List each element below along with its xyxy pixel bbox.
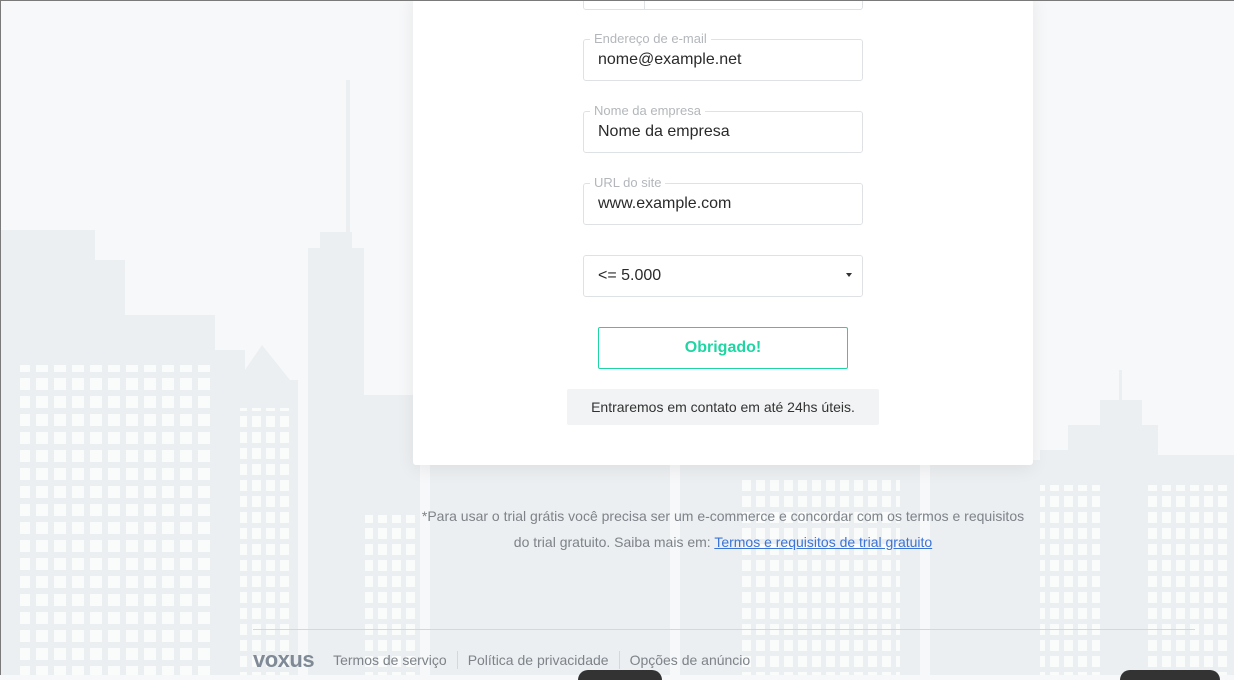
- site-url-field-label: URL do site: [590, 176, 666, 190]
- email-field-label: Endereço de e-mail: [590, 32, 711, 46]
- phone-field[interactable]: [583, 0, 863, 10]
- trial-terms-line2-text: do trial gratuito. Saiba mais em:: [513, 534, 715, 550]
- trial-terms-link[interactable]: Termos e requisitos de trial gratuito: [714, 534, 932, 550]
- voxus-logo[interactable]: voxus: [253, 647, 315, 673]
- company-name-field-value[interactable]: Nome da empresa: [598, 123, 730, 141]
- contact-notice: Entraremos em contato em até 24hs úteis.: [567, 389, 879, 425]
- chat-widget-edge[interactable]: [1120, 670, 1220, 680]
- signup-form-card: Endereço de e-mail nome@example.net Nome…: [413, 0, 1033, 465]
- window-border-left: [0, 0, 1, 675]
- volume-select-value: <= 5.000: [598, 267, 662, 284]
- company-name-field-label: Nome da empresa: [590, 104, 705, 118]
- submit-button[interactable]: Obrigado!: [598, 327, 848, 369]
- caret-down-icon: [846, 273, 852, 277]
- privacy-policy-link[interactable]: Política de privacidade: [458, 652, 619, 668]
- window-border-top: [0, 0, 1234, 1]
- terms-of-service-link[interactable]: Termos de serviço: [333, 652, 457, 668]
- volume-select[interactable]: <= 5.000: [583, 255, 863, 297]
- floating-widget-edge[interactable]: [578, 670, 662, 680]
- site-url-field[interactable]: URL do site www.example.com: [583, 176, 863, 225]
- email-field-value[interactable]: nome@example.net: [598, 51, 741, 69]
- footer: voxus Termos de serviço Política de priv…: [253, 646, 760, 674]
- footer-divider: [253, 629, 1195, 630]
- ad-options-link[interactable]: Opções de anúncio: [620, 652, 761, 668]
- phone-field-divider: [644, 0, 645, 9]
- trial-terms-text: *Para usar o trial grátis você precisa s…: [413, 503, 1033, 555]
- trial-terms-line2: do trial gratuito. Saiba mais em: Termos…: [413, 529, 1033, 555]
- site-url-field-value[interactable]: www.example.com: [598, 195, 731, 213]
- email-field[interactable]: Endereço de e-mail nome@example.net: [583, 32, 863, 81]
- trial-terms-line1: *Para usar o trial grátis você precisa s…: [421, 508, 1025, 524]
- company-name-field[interactable]: Nome da empresa Nome da empresa: [583, 104, 863, 153]
